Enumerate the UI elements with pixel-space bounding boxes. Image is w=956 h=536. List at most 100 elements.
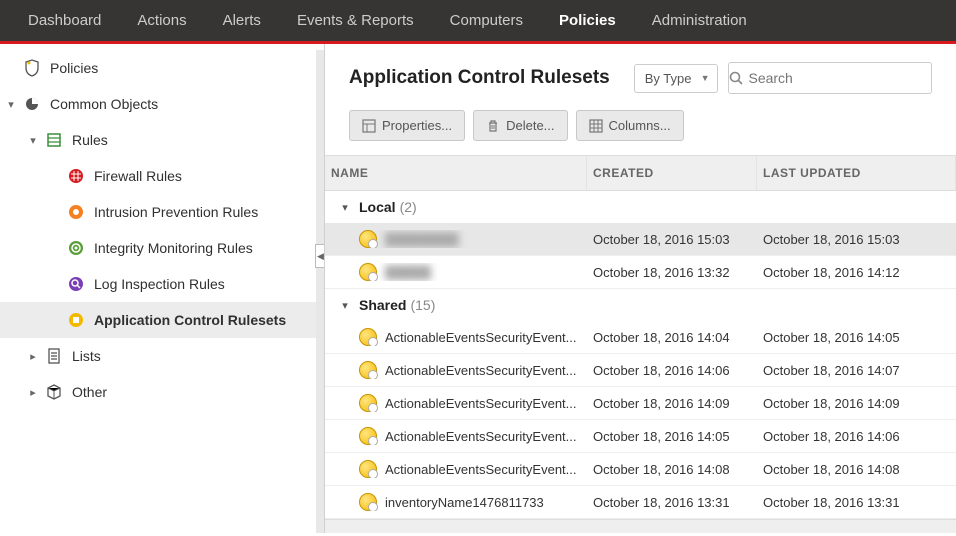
search-input[interactable] [744, 63, 933, 93]
ruleset-row[interactable]: ████████ October 18, 2016 15:03October 18… [325, 223, 956, 256]
sidebar-item-integrity[interactable]: Integrity Monitoring Rules [0, 230, 316, 266]
group-name: Local [359, 199, 396, 215]
ruleset-icon [359, 263, 377, 281]
updated-cell: October 18, 2016 14:07 [757, 363, 956, 378]
sidebar-item-common-objects[interactable]: ▾ Common Objects [0, 86, 316, 122]
sidebar-label: Policies [50, 60, 98, 76]
columns-button[interactable]: Columns... [576, 110, 684, 141]
ruleset-name: ActionableEventsSecurityEvent... [385, 429, 577, 444]
other-icon [44, 382, 64, 402]
button-label: Columns... [609, 118, 671, 133]
ruleset-icon [359, 493, 377, 511]
updated-cell: October 18, 2016 13:31 [757, 495, 956, 510]
column-name[interactable]: NAME [325, 156, 587, 190]
policies-icon [22, 58, 42, 78]
sidebar-label: Intrusion Prevention Rules [94, 204, 258, 220]
group-count: (2) [400, 199, 417, 215]
search-icon [729, 71, 744, 86]
nav-item-computers[interactable]: Computers [432, 0, 541, 43]
chevron-right-icon[interactable]: ▸ [22, 386, 44, 399]
group-name: Shared [359, 297, 406, 313]
group-row[interactable]: ▾ Local(2) [325, 191, 956, 223]
search-box[interactable] [728, 62, 932, 94]
ruleset-row[interactable]: ActionableEventsSecurityEvent... October … [325, 354, 956, 387]
created-cell: October 18, 2016 13:31 [587, 495, 757, 510]
sidebar-label: Other [72, 384, 107, 400]
columns-icon [589, 119, 603, 133]
ruleset-name: ████████ [385, 232, 459, 247]
updated-cell: October 18, 2016 14:12 [757, 265, 956, 280]
updated-cell: October 18, 2016 14:05 [757, 330, 956, 345]
ruleset-grid[interactable]: NAME CREATED LAST UPDATED ▾ Local(2) █████… [325, 155, 956, 519]
filter-dropdown[interactable]: By Type [634, 64, 719, 93]
ips-icon [66, 202, 86, 222]
properties-icon [362, 119, 376, 133]
content-area: Application Control Rulesets By Type Pro… [325, 44, 956, 533]
delete-button[interactable]: Delete... [473, 110, 567, 141]
button-label: Delete... [506, 118, 554, 133]
created-cell: October 18, 2016 14:05 [587, 429, 757, 444]
nav-item-dashboard[interactable]: Dashboard [10, 0, 119, 43]
sidebar-item-other[interactable]: ▸ Other [0, 374, 316, 410]
sidebar-collapse-handle[interactable]: ◀ [315, 244, 325, 268]
ruleset-icon [359, 460, 377, 478]
created-cell: October 18, 2016 15:03 [587, 232, 757, 247]
sidebar-label: Rules [72, 132, 108, 148]
chevron-right-icon[interactable]: ▸ [22, 350, 44, 363]
properties-button[interactable]: Properties... [349, 110, 465, 141]
ruleset-row[interactable]: ActionableEventsSecurityEvent... October … [325, 420, 956, 453]
nav-item-administration[interactable]: Administration [634, 0, 765, 43]
ruleset-row[interactable]: ActionableEventsSecurityEvent... October … [325, 387, 956, 420]
firewall-icon [66, 166, 86, 186]
chevron-down-icon[interactable]: ▾ [22, 134, 44, 147]
nav-item-policies[interactable]: Policies [541, 0, 634, 43]
nav-item-alerts[interactable]: Alerts [205, 0, 279, 43]
sidebar-item-policies[interactable]: Policies [0, 50, 316, 86]
ruleset-icon [359, 394, 377, 412]
sidebar-item-lists[interactable]: ▸ Lists [0, 338, 316, 374]
lists-icon [44, 346, 64, 366]
created-cell: October 18, 2016 14:04 [587, 330, 757, 345]
ruleset-row[interactable]: ActionableEventsSecurityEvent... October … [325, 453, 956, 486]
objects-icon [22, 94, 42, 114]
updated-cell: October 18, 2016 14:08 [757, 462, 956, 477]
column-updated[interactable]: LAST UPDATED [757, 156, 956, 190]
ruleset-row[interactable]: █████October 18, 2016 13:32October 18, 2… [325, 256, 956, 289]
chevron-down-icon[interactable]: ▾ [0, 98, 22, 111]
chevron-down-icon[interactable]: ▾ [335, 299, 355, 312]
sidebar-label: Firewall Rules [94, 168, 182, 184]
ruleset-icon [359, 361, 377, 379]
sidebar-item-appcontrol[interactable]: Application Control Rulesets [0, 302, 316, 338]
ruleset-name: ActionableEventsSecurityEvent... [385, 363, 577, 378]
appcontrol-icon [66, 310, 86, 330]
sidebar-item-ips[interactable]: Intrusion Prevention Rules [0, 194, 316, 230]
sidebar-label: Common Objects [50, 96, 158, 112]
ruleset-icon [359, 230, 377, 248]
ruleset-row[interactable]: inventoryName1476811733October 18, 2016 … [325, 486, 956, 519]
sidebar-label: Log Inspection Rules [94, 276, 225, 292]
sidebar-item-loginspection[interactable]: Log Inspection Rules [0, 266, 316, 302]
updated-cell: October 18, 2016 15:03 [757, 232, 956, 247]
chevron-down-icon[interactable]: ▾ [335, 201, 355, 214]
ruleset-name: ActionableEventsSecurityEvent... [385, 462, 577, 477]
horizontal-scrollbar[interactable] [325, 519, 956, 533]
dropdown-value: By Type [645, 71, 692, 86]
ruleset-icon [359, 328, 377, 346]
rules-icon [44, 130, 64, 150]
integrity-icon [66, 238, 86, 258]
sidebar-item-rules[interactable]: ▾ Rules [0, 122, 316, 158]
ruleset-row[interactable]: ActionableEventsSecurityEvent...October … [325, 321, 956, 354]
updated-cell: October 18, 2016 14:06 [757, 429, 956, 444]
nav-item-actions[interactable]: Actions [119, 0, 204, 43]
group-row[interactable]: ▾Shared(15) [325, 289, 956, 321]
sidebar-item-firewall[interactable]: Firewall Rules [0, 158, 316, 194]
trash-icon [486, 119, 500, 133]
updated-cell: October 18, 2016 14:09 [757, 396, 956, 411]
nav-item-events-reports[interactable]: Events & Reports [279, 0, 432, 43]
column-created[interactable]: CREATED [587, 156, 757, 190]
sidebar-label: Application Control Rulesets [94, 312, 286, 328]
toolbar: Properties... Delete... Columns... [325, 104, 956, 155]
created-cell: October 18, 2016 13:32 [587, 265, 757, 280]
created-cell: October 18, 2016 14:08 [587, 462, 757, 477]
ruleset-name: ActionableEventsSecurityEvent... [385, 396, 577, 411]
